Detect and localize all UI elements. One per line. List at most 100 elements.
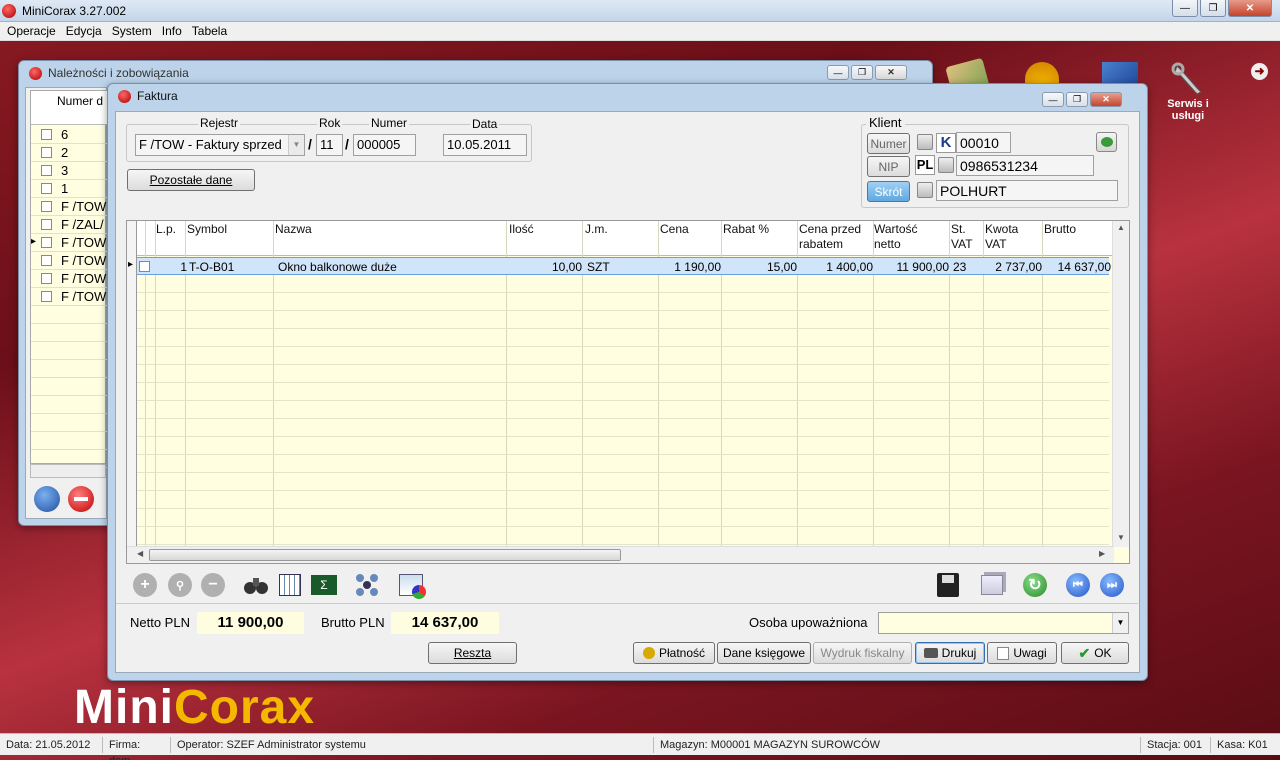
refresh-icon[interactable]: ↻ xyxy=(1022,572,1048,598)
nip-search-button[interactable]: NIP xyxy=(867,156,910,177)
col-cena[interactable]: Cena xyxy=(660,222,689,237)
naleznosci-row[interactable]: F /TOW xyxy=(31,288,107,306)
grid-vscroll[interactable]: ▲ ▼ xyxy=(1112,221,1129,547)
row-checkbox[interactable] xyxy=(41,165,52,176)
faktura-close[interactable]: ✕ xyxy=(1090,92,1122,107)
cell-kwota-vat[interactable]: 2 737,00 xyxy=(985,258,1042,276)
scroll-up-icon[interactable]: ▲ xyxy=(1117,223,1125,232)
cell-wartosc-netto[interactable]: 11 900,00 xyxy=(875,258,950,276)
naleznosci-row[interactable]: F /TOW xyxy=(31,270,107,288)
naleznosci-row[interactable]: 3 xyxy=(31,162,107,180)
scroll-down-icon[interactable]: ▼ xyxy=(1117,533,1125,542)
cell-lp[interactable]: 1 xyxy=(147,258,187,276)
card-icon[interactable] xyxy=(917,182,933,198)
row-checkbox[interactable] xyxy=(41,291,52,302)
numer-field[interactable]: 000005 xyxy=(353,134,416,156)
row-checkbox[interactable] xyxy=(41,129,52,140)
col-lp[interactable]: L.p. xyxy=(156,222,176,237)
shortcut-serwis[interactable]: Serwis i usługi xyxy=(1160,62,1216,122)
cell-brutto[interactable]: 14 637,00 xyxy=(1044,258,1111,276)
col-symbol[interactable]: Symbol xyxy=(187,222,227,237)
platnosc-button[interactable]: Płatność xyxy=(633,642,715,664)
rok-field[interactable]: 11 xyxy=(316,134,343,156)
col-kwota-vat[interactable]: Kwota VAT xyxy=(985,222,1035,252)
cell-symbol[interactable]: T-O-B01 xyxy=(189,258,273,276)
save-icon[interactable] xyxy=(935,572,961,598)
scroll-right-icon[interactable]: ▶ xyxy=(1099,549,1105,558)
cell-nazwa[interactable]: Okno balkonowe duże xyxy=(278,258,506,276)
reszta-button[interactable]: Reszta xyxy=(428,642,517,664)
menu-system[interactable]: System xyxy=(107,24,157,38)
row-checkbox[interactable] xyxy=(41,237,52,248)
network-icon[interactable] xyxy=(354,572,380,598)
menu-operacje[interactable]: Operacje xyxy=(2,24,61,38)
card-icon[interactable] xyxy=(938,157,954,173)
naleznosci-hscroll[interactable] xyxy=(30,464,106,478)
col-ilosc[interactable]: Ilość xyxy=(509,222,534,237)
card-icon[interactable] xyxy=(917,134,933,150)
cell-cena-przed[interactable]: 1 400,00 xyxy=(799,258,873,276)
scroll-left-icon[interactable]: ◀ xyxy=(137,549,143,558)
naleznosci-maximize[interactable]: ❐ xyxy=(851,65,873,80)
next-icon[interactable]: ⏭ xyxy=(1099,572,1125,598)
col-brutto[interactable]: Brutto xyxy=(1044,222,1076,237)
row-checkbox[interactable] xyxy=(41,255,52,266)
row-checkbox[interactable] xyxy=(41,147,52,158)
naleznosci-row[interactable]: 2 xyxy=(31,144,107,162)
binoculars-icon[interactable] xyxy=(243,572,269,598)
wydruk-fiskalny-button[interactable]: Wydruk fiskalny xyxy=(813,642,912,664)
row-checkbox[interactable] xyxy=(41,183,52,194)
col-nazwa[interactable]: Nazwa xyxy=(275,222,312,237)
delete-icon[interactable] xyxy=(68,486,94,512)
naleznosci-row[interactable]: F /ZAL/ xyxy=(31,216,107,234)
cell-cena[interactable]: 1 190,00 xyxy=(660,258,721,276)
cell-st-vat[interactable]: 23 xyxy=(953,258,983,276)
chart-window-icon[interactable] xyxy=(398,572,426,599)
col-jm[interactable]: J.m. xyxy=(585,222,608,237)
table-row[interactable]: ▸ 1 T-O-B01 Okno balkonowe duże 10,00 SZT 1 19… xyxy=(128,257,1111,276)
col-rabat[interactable]: Rabat % xyxy=(723,222,769,237)
naleznosci-minimize[interactable]: — xyxy=(827,65,849,80)
pozostale-dane-button[interactable]: Pozostałe dane xyxy=(127,169,255,191)
minimize-button[interactable]: — xyxy=(1172,0,1198,17)
chevron-down-icon[interactable]: ▼ xyxy=(288,135,304,155)
naleznosci-row[interactable]: 6 xyxy=(31,126,107,144)
sum-icon[interactable]: Σ xyxy=(311,572,337,598)
arrow-right-icon[interactable]: ➜ xyxy=(1251,63,1268,80)
menu-info[interactable]: Info xyxy=(157,24,187,38)
nip-field[interactable]: 0986531234 xyxy=(956,155,1094,176)
naleznosci-row[interactable]: F /TOW xyxy=(31,252,107,270)
cell-ilosc[interactable]: 10,00 xyxy=(508,258,582,276)
dane-ksiegowe-button[interactable]: Dane księgowe xyxy=(717,642,811,664)
naleznosci-row[interactable]: 1 xyxy=(31,180,107,198)
row-checkbox[interactable] xyxy=(41,219,52,230)
refresh-client-icon[interactable] xyxy=(1096,132,1117,152)
faktura-minimize[interactable]: — xyxy=(1042,92,1064,107)
rejestr-select[interactable]: F /TOW - Faktury sprzed ▼ xyxy=(135,134,305,156)
row-checkbox[interactable] xyxy=(41,273,52,284)
numer-search-button[interactable]: Numer xyxy=(867,133,910,154)
grid-hscroll[interactable]: ◀ ▶ xyxy=(127,546,1114,563)
osoba-select[interactable]: ▼ xyxy=(878,612,1129,634)
copy-icon[interactable] xyxy=(979,572,1005,598)
data-field[interactable]: 10.05.2011 xyxy=(443,134,527,156)
skrot-search-button[interactable]: Skrót xyxy=(867,181,910,202)
naleznosci-row[interactable]: ▸ F /TOW xyxy=(31,234,107,252)
chevron-down-icon[interactable]: ▼ xyxy=(1112,613,1128,633)
cell-rabat[interactable]: 15,00 xyxy=(723,258,797,276)
ok-button[interactable]: ✔ OK xyxy=(1061,642,1129,664)
col-cena-przed[interactable]: Cena przed rabatem xyxy=(799,222,873,252)
remove-icon[interactable]: − xyxy=(200,572,226,598)
add-icon[interactable]: + xyxy=(132,572,158,598)
menu-tabela[interactable]: Tabela xyxy=(187,24,232,38)
maximize-button[interactable]: ❐ xyxy=(1200,0,1226,17)
naleznosci-row[interactable]: F /TOW xyxy=(31,198,107,216)
naleznosci-close[interactable]: ✕ xyxy=(875,65,907,80)
close-button[interactable]: ✕ xyxy=(1228,0,1272,17)
drukuj-button[interactable]: Drukuj xyxy=(915,642,985,664)
calendar-icon[interactable] xyxy=(277,572,303,598)
row-checkbox[interactable] xyxy=(41,201,52,212)
previous-icon[interactable]: ⏮ xyxy=(1065,572,1091,598)
hscroll-thumb[interactable] xyxy=(149,549,621,561)
cell-jm[interactable]: SZT xyxy=(587,258,657,276)
